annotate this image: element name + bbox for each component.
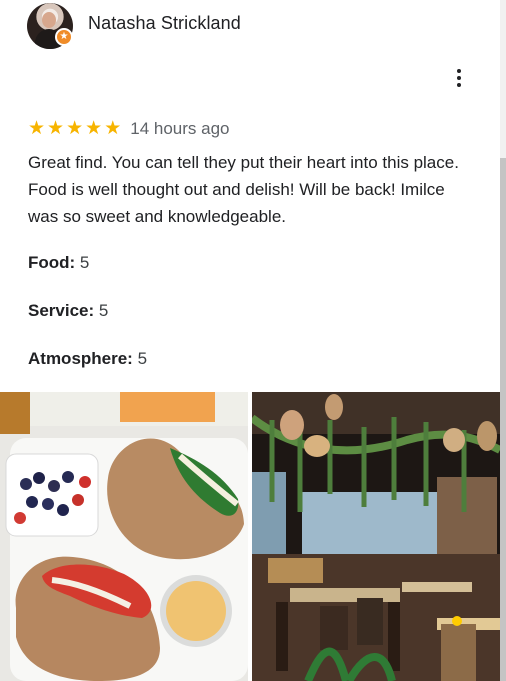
service-label: Service: <box>28 301 95 320</box>
review-photo-interior[interactable] <box>252 392 500 681</box>
review-text: Great find. You can tell they put their … <box>28 153 459 226</box>
star-icon: ★ <box>85 118 103 139</box>
rating-row: ★ ★ ★ ★ ★ 14 hours ago <box>28 119 229 139</box>
service-rating: Service: 5 <box>28 301 108 321</box>
more-options-button[interactable] <box>447 66 471 90</box>
star-icon: ★ <box>28 118 46 139</box>
star-rating: ★ ★ ★ ★ ★ <box>28 119 121 139</box>
atmosphere-rating: Atmosphere: 5 <box>28 349 147 369</box>
dot-icon <box>457 76 461 80</box>
star-icon: ★ <box>66 118 84 139</box>
food-value: 5 <box>75 253 90 272</box>
dot-icon <box>457 83 461 87</box>
avatar-face <box>42 12 56 28</box>
interior-photo-image <box>252 392 500 681</box>
food-photo-image <box>0 392 248 681</box>
review-time: 14 hours ago <box>130 119 230 138</box>
star-icon: ★ <box>104 118 122 139</box>
food-rating: Food: 5 <box>28 253 89 273</box>
reviewer-name[interactable]: Natasha Strickland <box>88 13 241 34</box>
service-value: 5 <box>94 301 109 320</box>
local-guide-star-icon: ★ <box>55 28 73 46</box>
atmosphere-label: Atmosphere: <box>28 349 133 368</box>
atmosphere-value: 5 <box>132 349 148 368</box>
dot-icon <box>457 69 461 73</box>
review-photo-food[interactable] <box>0 392 248 681</box>
food-label: Food: <box>28 253 76 272</box>
scrollbar-thumb[interactable] <box>500 158 506 681</box>
star-icon: ★ <box>47 118 65 139</box>
review-header: ★ Natasha Strickland <box>0 0 506 52</box>
